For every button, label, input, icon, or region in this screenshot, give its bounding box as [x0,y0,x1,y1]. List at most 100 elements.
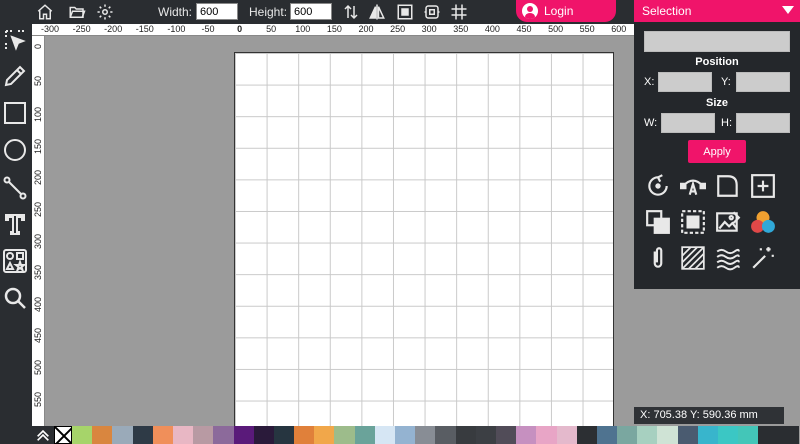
color-swatch[interactable] [233,426,254,444]
ruler-tick-label: 350 [453,24,469,34]
color-swatch[interactable] [596,426,618,444]
fit-page-icon[interactable] [396,3,414,21]
color-swatch[interactable] [415,426,436,444]
color-swatch[interactable] [92,426,113,444]
y-input[interactable] [736,72,790,92]
wave-fill-icon[interactable] [714,244,742,272]
color-swatch[interactable] [677,426,698,444]
color-swatch[interactable] [697,426,718,444]
folder-open-icon[interactable] [68,3,86,21]
hatch-fill-icon[interactable] [679,244,707,272]
color-swatch[interactable] [193,426,214,444]
color-swatch[interactable] [294,426,315,444]
color-swatch[interactable] [112,426,133,444]
no-color-swatch[interactable] [54,426,72,444]
color-swatch[interactable] [516,426,537,444]
color-swatch[interactable] [395,426,416,444]
color-swatch[interactable] [152,426,173,444]
color-swatch[interactable] [475,426,496,444]
ruler-tick-label: 400 [33,296,43,312]
ruler-tick-label: 500 [33,360,43,376]
corner-radius-icon[interactable] [714,172,742,200]
selection-panel: Selection Position X: Y: Size W: H: Appl… [634,0,800,289]
home-icon[interactable] [36,3,54,21]
width-label: Width: [158,5,193,19]
ruler-tick-label: -50 [201,24,215,34]
x-input[interactable] [658,72,712,92]
color-swatch[interactable] [495,426,517,444]
ruler-tick-label: 250 [390,24,406,34]
x-label: X: [644,76,655,88]
color-palette [32,426,800,444]
w-input[interactable] [661,113,715,133]
magic-wand-icon[interactable] [749,244,777,272]
arrange-layers-icon[interactable] [644,208,672,236]
group-select-icon[interactable] [679,208,707,236]
apply-button[interactable]: Apply [688,140,746,163]
h-input[interactable] [736,113,790,133]
ruler-tick-label: 150 [33,138,43,154]
color-swatch[interactable] [758,426,779,444]
text-icon[interactable] [2,210,28,238]
line-icon[interactable] [2,174,28,202]
palette-collapse-icon[interactable] [32,426,54,444]
color-swatch[interactable] [374,426,395,444]
color-swatch[interactable] [738,426,759,444]
ruler-tick-label: 50 [33,75,43,86]
color-swatch[interactable] [576,426,597,444]
rectangle-icon[interactable] [2,99,28,127]
login-button[interactable]: Login [516,0,616,22]
ruler-tick-label: -100 [167,24,186,34]
circle-icon[interactable] [2,136,28,164]
paperclip-icon[interactable] [644,244,672,272]
color-swatch[interactable] [637,426,658,444]
color-blend-icon[interactable] [749,208,777,236]
h-label: H: [721,117,732,129]
edit-curve-icon[interactable] [679,172,707,200]
left-tool-panel [0,24,32,444]
color-swatch[interactable] [213,426,234,444]
image-edit-icon[interactable] [714,208,742,236]
color-swatch[interactable] [334,426,355,444]
ruler-tick-label: 400 [484,24,500,34]
resize-icon[interactable] [423,3,441,21]
color-swatch[interactable] [536,426,557,444]
color-swatch[interactable] [718,426,739,444]
shapes-library-icon[interactable] [2,247,28,275]
color-swatch[interactable] [617,426,638,444]
drawing-canvas[interactable] [234,52,614,432]
select-arrow-icon[interactable] [2,26,28,54]
width-input[interactable] [196,3,238,20]
color-swatch[interactable] [455,426,476,444]
object-name-field[interactable] [644,31,790,52]
ruler-tick-label: 300 [421,24,437,34]
color-swatch[interactable] [435,426,456,444]
color-swatch[interactable] [314,426,335,444]
height-input[interactable] [290,3,332,20]
color-swatch[interactable] [172,426,194,444]
rotate-icon[interactable] [644,172,672,200]
color-swatch[interactable] [273,426,295,444]
color-swatch[interactable] [72,426,93,444]
ruler-tick-label: 600 [611,24,627,34]
color-swatch[interactable] [253,426,274,444]
color-swatch[interactable] [556,426,577,444]
color-swatch[interactable] [657,426,678,444]
settings-gear-icon[interactable] [96,3,114,21]
crop-grid-icon[interactable] [450,3,468,21]
pencil-icon[interactable] [2,62,28,90]
position-heading: Position [695,56,739,68]
ruler-tick-label: 100 [295,24,311,34]
canvas-grid [235,53,613,431]
zoom-icon[interactable] [2,284,28,312]
color-swatch[interactable] [132,426,153,444]
flip-icon[interactable] [368,3,386,21]
selection-dropdown[interactable]: Selection [634,0,800,22]
y-label: Y: [721,76,731,88]
add-square-icon[interactable] [749,172,777,200]
color-swatch[interactable] [778,426,799,444]
color-swatch[interactable] [354,426,375,444]
login-label: Login [544,4,574,18]
cursor-coordinates: X: 705.38 Y: 590.36 mm [634,407,784,424]
swap-vertical-icon[interactable] [342,3,360,21]
